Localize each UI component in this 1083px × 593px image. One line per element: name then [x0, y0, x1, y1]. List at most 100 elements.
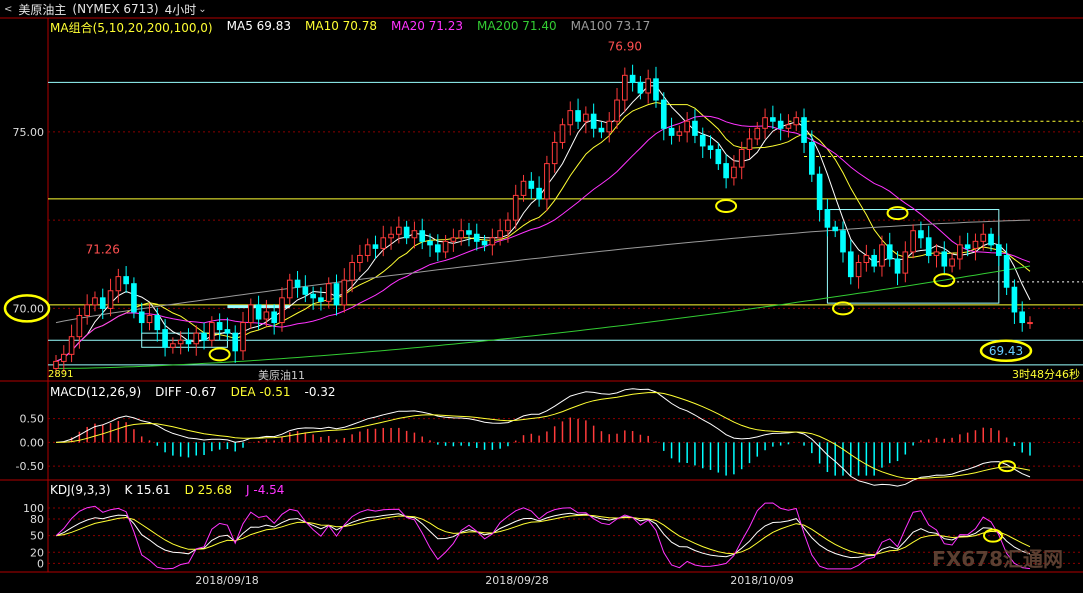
highlight-ellipse — [886, 206, 909, 221]
candle — [419, 230, 426, 242]
candle — [918, 230, 924, 239]
candle — [1003, 254, 1010, 288]
candlesticks — [53, 64, 1033, 375]
candle — [957, 244, 963, 260]
macd-value-label: -0.32 — [304, 385, 336, 399]
kdj-tick-label: 0 — [37, 557, 44, 570]
ma20-line — [55, 115, 1031, 362]
candle — [76, 314, 83, 338]
candle — [131, 283, 137, 313]
kdj-tick-label: 80 — [30, 513, 44, 526]
candle — [170, 343, 176, 348]
candle — [481, 240, 488, 246]
candle — [544, 163, 550, 200]
candle — [637, 81, 644, 94]
candle — [216, 322, 223, 331]
candle — [255, 304, 262, 320]
candle — [793, 117, 800, 126]
chevron-down-icon: ⌄ — [198, 3, 207, 15]
candle — [286, 279, 293, 299]
candle — [434, 244, 441, 253]
candle — [972, 240, 979, 249]
candle — [559, 124, 566, 143]
chevron-left-icon[interactable]: < — [4, 4, 12, 15]
candle — [863, 254, 870, 264]
candle — [279, 297, 285, 324]
candle — [583, 113, 589, 122]
kdj-j-label: J -4.54 — [246, 483, 285, 497]
macd-title[interactable]: MACD(12,26,9) — [50, 385, 141, 399]
candle — [949, 258, 955, 267]
candle — [53, 360, 59, 369]
candle — [629, 74, 636, 83]
macd-dea-label: DEA -0.51 — [230, 385, 291, 399]
candle — [138, 311, 145, 324]
candle — [816, 173, 823, 211]
candle — [606, 120, 613, 133]
candle — [247, 304, 254, 324]
contract-label: 美原油11 — [258, 368, 305, 382]
candle — [933, 251, 940, 256]
ma-group-label[interactable]: MA组合(5,10,20,200,100,0) — [50, 19, 213, 36]
candle — [357, 254, 363, 264]
ma100-label: MA100 73.17 — [570, 19, 651, 33]
symbol-code: (NYMEX 6713) — [72, 2, 159, 16]
ma5-label: MA5 69.83 — [226, 19, 291, 33]
ma10-label: MA10 70.78 — [305, 19, 377, 33]
candle — [785, 124, 792, 129]
candle — [536, 187, 542, 200]
symbol-name[interactable]: 美原油主 — [18, 1, 66, 18]
price-tick-label: 70.00 — [13, 302, 45, 315]
candle — [707, 145, 714, 150]
timeframe-select[interactable]: 4小时 ⌄ — [165, 1, 207, 18]
candle — [925, 237, 932, 256]
candle — [777, 120, 784, 129]
ma200-line — [55, 265, 1031, 369]
price-tick-label: 75.00 — [13, 126, 45, 139]
candle — [115, 276, 122, 292]
candle — [107, 290, 114, 309]
candle — [505, 219, 511, 232]
candle — [980, 233, 987, 242]
ma20-label: MA20 71.23 — [391, 19, 463, 33]
candle — [396, 226, 402, 235]
candle — [746, 138, 753, 150]
candle — [411, 230, 418, 239]
candle — [333, 283, 340, 306]
macd-tick-label: 0.50 — [20, 413, 45, 426]
ma5-line — [55, 85, 1031, 362]
ma100-line — [55, 219, 1031, 324]
candle — [621, 74, 628, 101]
candle — [551, 141, 558, 165]
candle — [403, 226, 410, 239]
candle — [364, 244, 371, 256]
candle — [341, 279, 348, 306]
candle — [185, 339, 192, 345]
watermark-logo: FX678汇通网 — [932, 547, 1063, 571]
candle — [497, 230, 503, 239]
candle — [177, 339, 184, 345]
macd-legend: MACD(12,26,9) DIFF -0.67 DEA -0.51 -0.32 — [50, 385, 336, 399]
candle — [68, 336, 75, 355]
symbol-bar: < 美原油主 (NYMEX 6713) 4小时 ⌄ — [0, 0, 1083, 18]
timeframe-label: 4小时 — [164, 2, 197, 17]
kdj-title[interactable]: KDJ(9,3,3) — [50, 483, 111, 497]
candle — [520, 180, 527, 196]
candle — [964, 244, 971, 249]
candle — [240, 322, 246, 352]
chart-canvas[interactable]: 75.0070.000.500.00-0.501008050200 76.907… — [0, 0, 1083, 593]
highlight-ellipse — [715, 199, 738, 213]
kdj-tick-label: 50 — [30, 530, 44, 543]
candle — [676, 131, 683, 136]
candle — [723, 163, 729, 179]
macd-tick-label: 0.00 — [20, 436, 45, 449]
macd-panel — [55, 388, 1031, 487]
candle — [847, 251, 854, 278]
candle — [770, 117, 776, 122]
candle — [879, 244, 885, 267]
candle — [427, 240, 433, 246]
candle — [731, 166, 737, 179]
macd-highlight-ellipse — [998, 460, 1016, 473]
highlight-ellipse — [208, 347, 231, 362]
candle — [154, 314, 161, 331]
